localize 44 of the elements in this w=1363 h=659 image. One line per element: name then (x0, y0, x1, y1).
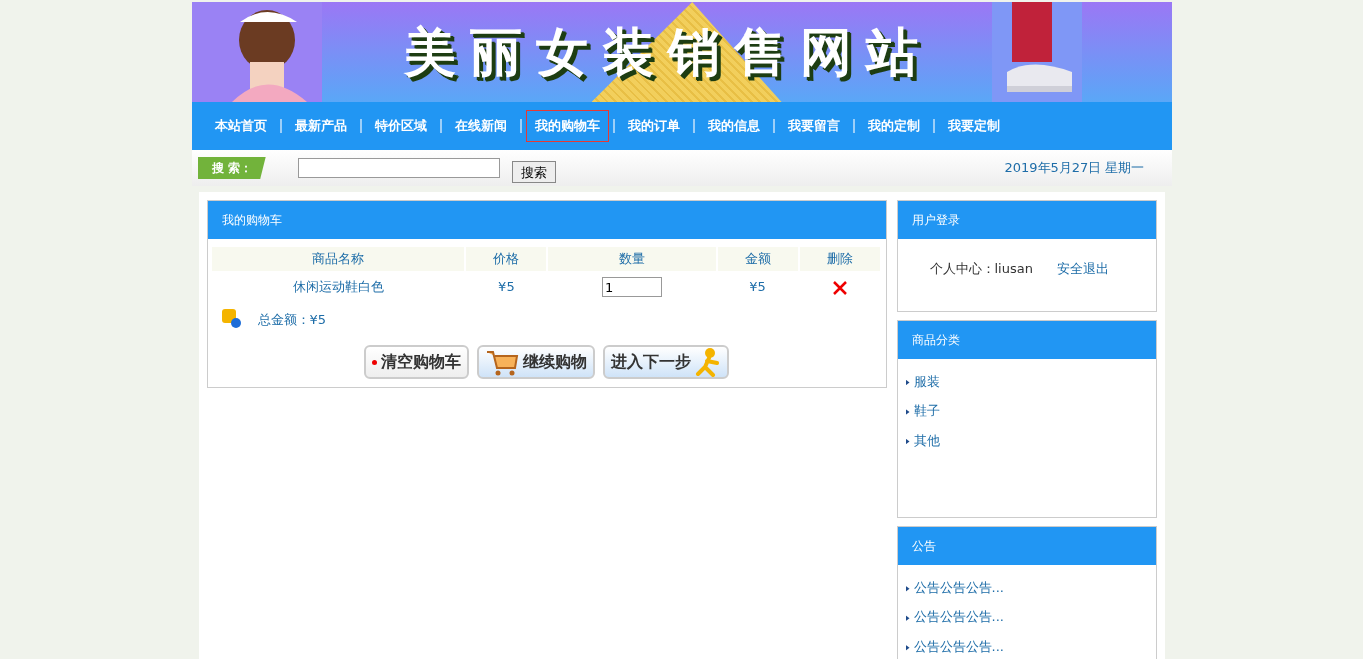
dot-icon (372, 359, 377, 365)
next-button[interactable]: 进入下一步 (603, 345, 729, 379)
notice-link[interactable]: 公告公告公告... (913, 638, 1004, 654)
column-header: 数量 (547, 247, 717, 271)
nav-link[interactable]: 最新产品 (285, 110, 356, 142)
nav-link[interactable]: 在线新闻 (445, 110, 516, 142)
money-icon (219, 307, 242, 329)
search-label: 搜 索： (197, 157, 266, 179)
category-link[interactable]: 服装 (913, 373, 940, 389)
column-header: 商品名称 (211, 247, 466, 271)
notice-link[interactable]: 公告公告公告... (913, 579, 1004, 595)
runner-icon (695, 347, 721, 377)
cart-icon (485, 348, 519, 376)
clear-button[interactable]: 清空购物车 (364, 345, 469, 379)
nav-link[interactable]: 我要定制 (938, 110, 1009, 142)
notice-link[interactable]: 公告公告公告... (913, 609, 1004, 625)
search-field[interactable] (297, 158, 500, 178)
column-header: 删除 (798, 247, 881, 271)
panel-header: 我的购物车 (207, 201, 886, 239)
total-amount: 总金额：¥5 (257, 310, 327, 329)
nav-link[interactable]: 我要留言 (778, 110, 849, 142)
panel-header: 公告 (897, 526, 1156, 565)
user-center-text: 个人中心：liusan (929, 260, 1033, 278)
quantity-field[interactable]: 1 (602, 277, 662, 297)
nav-link[interactable]: 我的定制 (858, 110, 929, 142)
table-cell: ¥5 (716, 271, 799, 303)
column-header: 金额 (716, 247, 799, 271)
category-link[interactable]: 其他 (913, 432, 940, 448)
logout-link[interactable]: 安全退出 (1056, 259, 1109, 279)
nav-link[interactable]: 我的购物车 (525, 110, 609, 142)
nav-link[interactable]: 特价区域 (365, 110, 436, 142)
panel-header: 商品分类 (897, 320, 1156, 359)
table-cell: ¥5 (465, 271, 548, 303)
search-button[interactable]: 搜索 (511, 161, 556, 183)
nav-link[interactable]: 本站首页 (205, 110, 276, 142)
delete-icon[interactable] (831, 279, 848, 296)
product-link[interactable]: 休闲运动鞋白色 (292, 279, 384, 295)
category-link[interactable]: 鞋子 (913, 403, 940, 418)
date-text: 2019年5月27日 星期一 (1004, 159, 1145, 178)
panel-header: 用户登录 (897, 201, 1156, 239)
column-header: 价格 (465, 247, 548, 271)
nav-link[interactable]: 我的信息 (698, 110, 769, 142)
nav-link[interactable]: 我的订单 (618, 110, 689, 142)
continue-button[interactable]: 继续购物 (477, 345, 595, 379)
